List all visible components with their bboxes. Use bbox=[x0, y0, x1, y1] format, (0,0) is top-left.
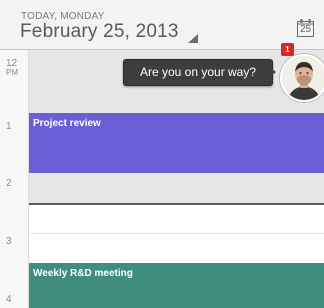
hour-meridiem: PM bbox=[6, 68, 18, 77]
chat-bubble[interactable]: Are you on your way? bbox=[123, 59, 273, 86]
bubble-tail bbox=[268, 66, 276, 78]
chat-message: Are you on your way? bbox=[139, 65, 257, 79]
hour-label-12pm: 12 PM bbox=[6, 59, 26, 78]
today-day-number: 25 bbox=[299, 24, 312, 35]
event-title: Weekly R&D meeting bbox=[33, 268, 133, 279]
calendar-app: TODAY, MONDAY February 25, 2013 25 12 PM… bbox=[0, 0, 324, 308]
hour-label-2: 2 bbox=[6, 178, 12, 189]
event-project-review[interactable]: Project review bbox=[29, 113, 324, 173]
hour-line bbox=[29, 174, 324, 175]
dropdown-triangle-icon[interactable] bbox=[188, 34, 198, 43]
date-selector[interactable]: February 25, 2013 bbox=[20, 21, 179, 43]
today-calendar-icon[interactable]: 25 bbox=[297, 19, 314, 37]
current-time-line bbox=[29, 203, 324, 205]
hour-line bbox=[29, 56, 324, 57]
event-weekly-rd-meeting[interactable]: Weekly R&D meeting bbox=[29, 263, 324, 308]
event-title: Project review bbox=[33, 118, 101, 129]
calendar-header: TODAY, MONDAY February 25, 2013 25 bbox=[0, 0, 324, 50]
hour-label-1: 1 bbox=[6, 121, 12, 132]
notification-badge: 1 bbox=[281, 43, 294, 56]
hour-label-3: 3 bbox=[6, 236, 12, 247]
avatar[interactable] bbox=[280, 54, 324, 102]
hour-line bbox=[29, 233, 324, 234]
hour-label-4: 4 bbox=[6, 294, 12, 305]
day-grid[interactable]: 12 PM 1 2 3 4 Project review Weekly R&D … bbox=[0, 50, 324, 308]
